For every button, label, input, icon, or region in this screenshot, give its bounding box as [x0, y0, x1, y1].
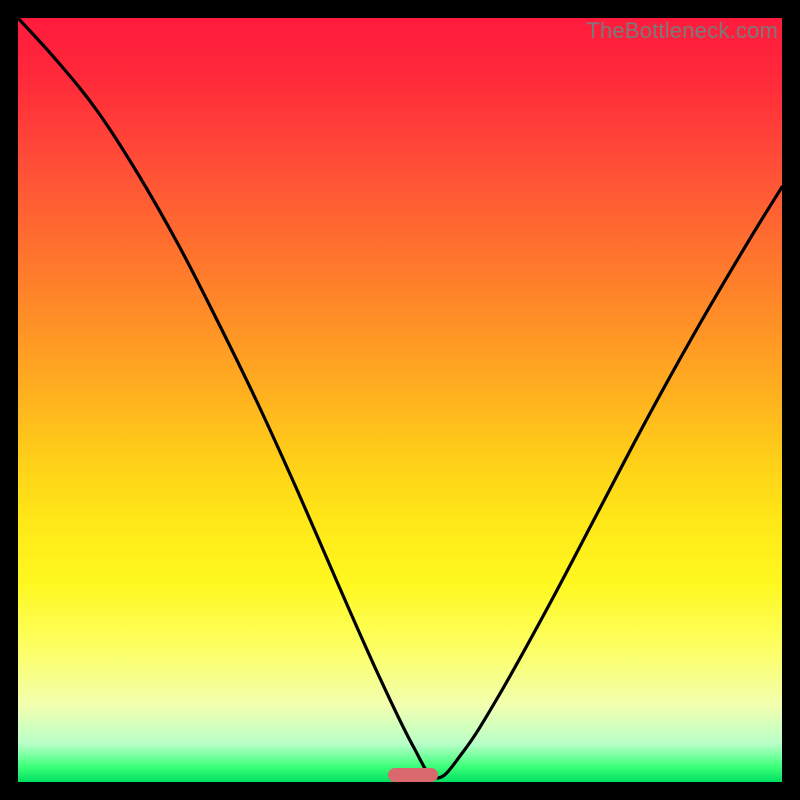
chart-canvas: TheBottleneck.com	[0, 0, 800, 800]
plot-area: TheBottleneck.com	[18, 18, 782, 782]
optimal-marker	[388, 768, 438, 782]
bottleneck-curve	[18, 18, 782, 782]
